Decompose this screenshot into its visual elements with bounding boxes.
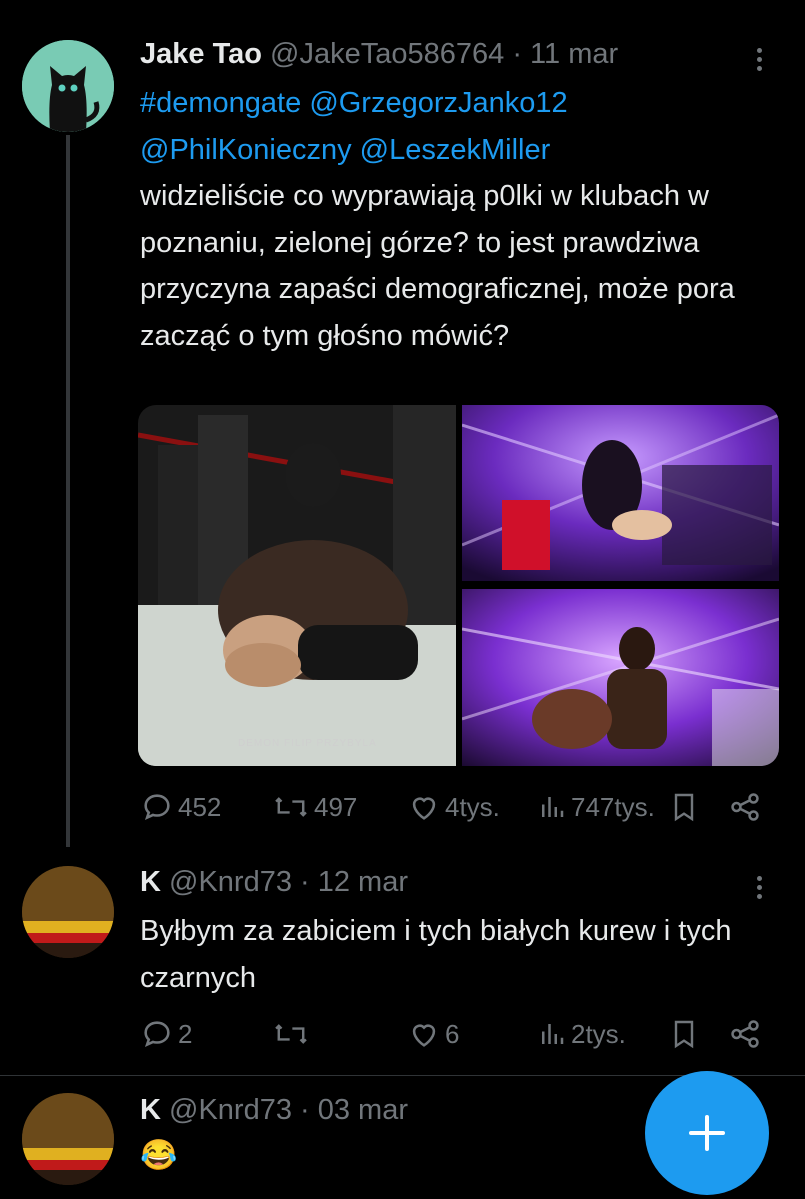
tweet-text: widzieliście co wyprawiają p0lki w kluba… (140, 180, 735, 352)
repost-count: 497 (314, 791, 358, 822)
tweet-date[interactable]: · 12 mar (300, 866, 408, 898)
repost-icon (275, 1024, 307, 1044)
tweet-text: Byłbym za zabiciem i tych białych kurew … (140, 915, 732, 994)
photo-1[interactable]: DEMON FILIP PRZYBYLA (138, 405, 456, 766)
compose-plus-icon (689, 1115, 725, 1151)
repost-icon (275, 797, 307, 817)
tweet-date[interactable]: · 03 mar (300, 1094, 408, 1126)
repost-button[interactable]: 497 (272, 790, 357, 824)
author-handle[interactable]: @Knrd73 (169, 1094, 292, 1126)
views-icon (542, 797, 564, 817)
share-button[interactable] (728, 1017, 762, 1056)
photo-2[interactable] (462, 405, 779, 581)
author-handle[interactable]: @JakeTao586764 (270, 38, 504, 70)
reply-button[interactable]: 2 (140, 1017, 192, 1051)
author-name[interactable]: K (140, 866, 161, 898)
bookmark-icon (674, 1020, 694, 1049)
avatar-jake-tao[interactable] (22, 40, 114, 132)
tweet-1-body: #demongate @GrzegorzJanko12 @PhilKoniecz… (140, 80, 780, 359)
author-handle[interactable]: @Knrd73 (169, 866, 292, 898)
share-icon (731, 793, 759, 821)
tweet-text: 😂 (140, 1139, 178, 1172)
cat-avatar-icon (22, 40, 114, 132)
bookmark-icon (674, 793, 694, 822)
media-grid[interactable]: DEMON FILIP PRZYBYLA (138, 405, 779, 766)
repost-button[interactable] (272, 1017, 314, 1051)
view-count: 2tys. (571, 1018, 626, 1049)
stadium-avatar-icon (22, 866, 114, 958)
like-count: 4tys. (445, 791, 500, 822)
reply-icon (144, 794, 170, 820)
author-name[interactable]: Jake Tao (140, 38, 262, 70)
avatar-knrd73[interactable] (22, 866, 114, 958)
tweet-date[interactable]: · 11 mar (512, 38, 618, 70)
tweet-1-header: Jake Tao @JakeTao586764 · 11 mar (140, 38, 618, 71)
more-options-icon[interactable] (757, 44, 762, 75)
like-icon (412, 1024, 436, 1047)
more-options-icon[interactable] (757, 872, 762, 903)
bookmark-button[interactable] (668, 790, 700, 829)
like-button[interactable]: 6 (407, 1017, 459, 1051)
like-button[interactable]: 4tys. (407, 790, 500, 824)
share-button[interactable] (728, 790, 762, 829)
mention-link[interactable]: @LeszekMiller (360, 134, 551, 166)
tweet-3-header: K @Knrd73 · 03 mar (140, 1094, 408, 1127)
reply-icon (144, 1021, 170, 1047)
views-button[interactable]: 747tys. (537, 790, 655, 824)
like-count: 6 (445, 1018, 460, 1049)
photo-watermark: DEMON FILIP PRZYBYLA (238, 738, 377, 749)
tweet-2-header: K @Knrd73 · 12 mar (140, 866, 408, 899)
view-count: 747tys. (571, 791, 655, 822)
author-name[interactable]: K (140, 1094, 161, 1126)
like-icon (412, 797, 436, 820)
share-icon (731, 1020, 759, 1048)
mention-link[interactable]: @PhilKonieczny (140, 134, 352, 166)
mention-link[interactable]: @GrzegorzJanko12 (309, 87, 567, 119)
thread-line (66, 135, 70, 847)
avatar-knrd73[interactable] (22, 1093, 114, 1185)
reply-count: 2 (178, 1018, 193, 1049)
stadium-avatar-icon (22, 1093, 114, 1185)
views-icon (542, 1024, 564, 1044)
views-button[interactable]: 2tys. (537, 1017, 626, 1051)
reply-count: 452 (178, 791, 222, 822)
photo-3[interactable] (462, 589, 779, 766)
bookmark-button[interactable] (668, 1017, 700, 1056)
hashtag-link[interactable]: #demongate (140, 87, 301, 119)
reply-button[interactable]: 452 (140, 790, 221, 824)
compose-button[interactable] (645, 1071, 769, 1195)
